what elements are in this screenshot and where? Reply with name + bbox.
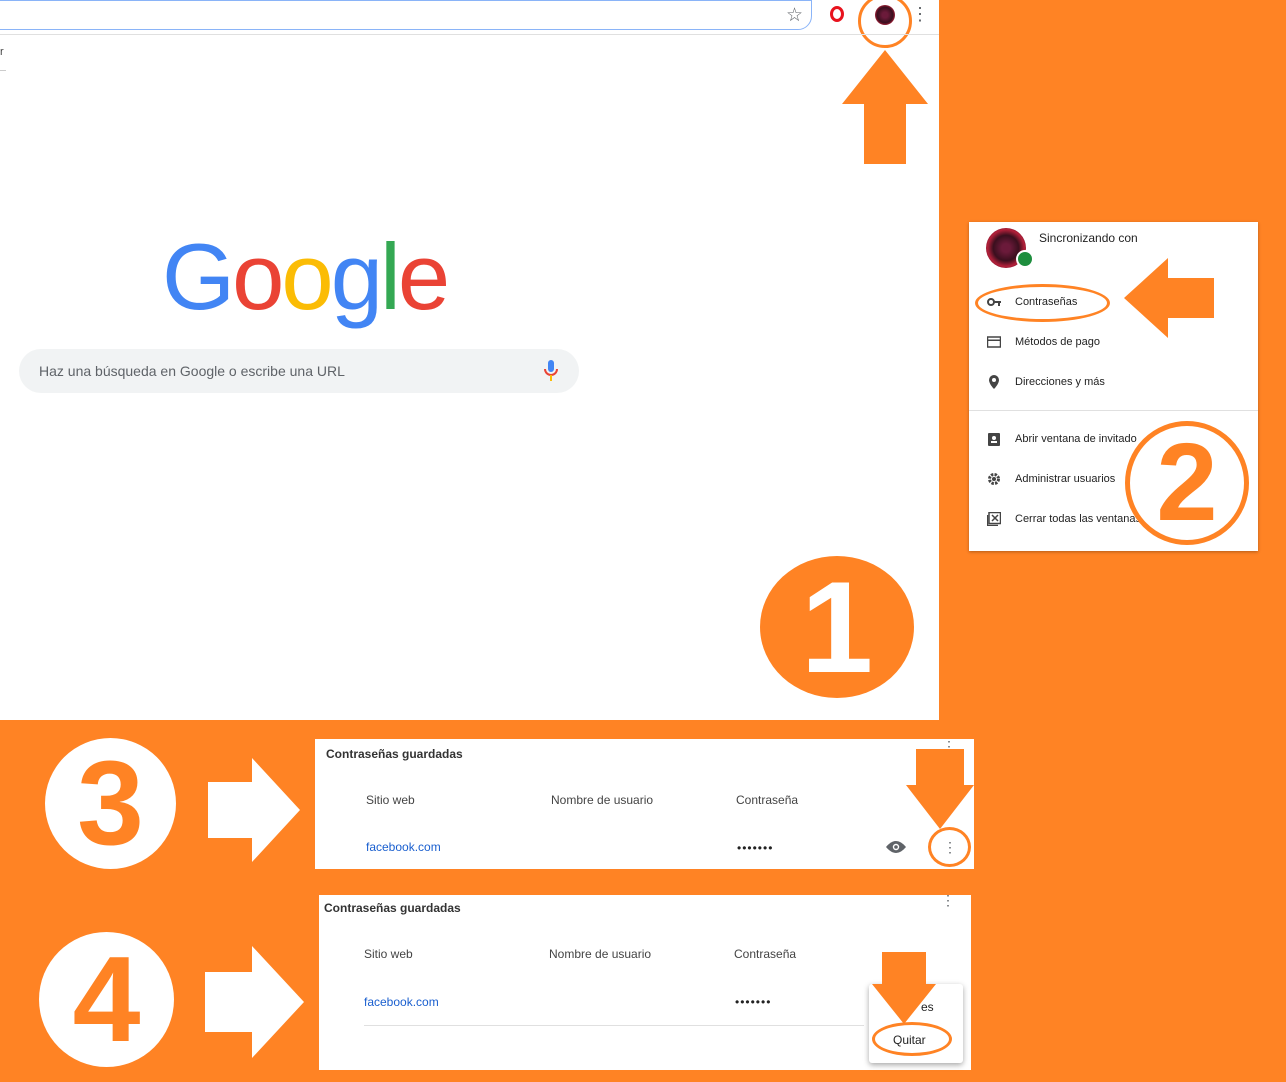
google-logo-letter: o xyxy=(232,224,284,329)
section-title: Contraseñas guardadas xyxy=(326,747,463,761)
masked-password: ••••••• xyxy=(737,841,774,855)
site-link[interactable]: facebook.com xyxy=(364,995,439,1009)
microphone-icon[interactable] xyxy=(543,360,559,382)
row-divider xyxy=(364,1025,864,1026)
credit-card-icon xyxy=(987,336,1001,348)
opera-extension-icon[interactable] xyxy=(830,6,844,22)
profile-menu: Sincronizando con Contraseñas Métodos de… xyxy=(969,222,1258,551)
menu-item-payment-methods[interactable]: Métodos de pago xyxy=(969,323,1258,363)
down-arrow-annotation xyxy=(906,749,974,829)
google-logo: Google xyxy=(162,222,450,332)
toolbar-divider xyxy=(0,34,939,35)
column-header-username: Nombre de usuario xyxy=(551,793,654,807)
google-logo-letter: g xyxy=(330,224,383,329)
google-logo-letter: l xyxy=(379,224,401,329)
browser-menu-icon[interactable]: ⋮ xyxy=(911,3,929,25)
close-window-icon xyxy=(987,512,1001,526)
location-pin-icon xyxy=(989,375,999,389)
bookmark-star-icon[interactable]: ☆ xyxy=(786,4,803,27)
divider xyxy=(0,70,6,71)
step-number-4: 4 xyxy=(39,932,174,1067)
highlight-ring-row-menu xyxy=(928,827,971,867)
highlight-ring-avatar xyxy=(858,0,912,48)
menu-item-label: Cerrar todas las ventanas xyxy=(1015,513,1141,525)
right-arrow-annotation xyxy=(208,758,300,862)
menu-item-label: Abrir ventana de invitado xyxy=(1015,433,1137,445)
down-arrow-annotation xyxy=(872,952,936,1024)
column-header-site: Sitio web xyxy=(364,947,413,961)
column-header-password: Contraseña xyxy=(736,793,799,807)
sync-status-text: Sincronizando con xyxy=(1039,231,1138,245)
highlight-ring-remove xyxy=(872,1022,952,1056)
menu-item-label: Direcciones y más xyxy=(1015,376,1105,388)
menu-divider xyxy=(969,410,1258,411)
show-password-eye-icon[interactable] xyxy=(886,840,906,854)
saved-passwords-panel: Contraseñas guardadas ⋮ Sitio web Nombre… xyxy=(315,739,974,869)
site-link[interactable]: facebook.com xyxy=(366,840,441,854)
step-number-2: 2 xyxy=(1125,421,1249,545)
left-arrow-annotation xyxy=(1124,258,1214,338)
section-menu-icon[interactable]: ⋮ xyxy=(941,893,955,907)
menu-item-label: Métodos de pago xyxy=(1015,336,1101,348)
highlight-ring-passwords xyxy=(975,284,1110,322)
column-header-site: Sitio web xyxy=(366,793,415,807)
bookmark-bar-fragment: r xyxy=(0,46,4,58)
column-header-username: Nombre de usuario xyxy=(549,947,652,961)
section-title: Contraseñas guardadas xyxy=(324,901,461,915)
google-logo-letter: e xyxy=(397,224,450,329)
guest-badge-icon xyxy=(988,433,1000,446)
up-arrow-annotation xyxy=(842,50,928,164)
search-placeholder: Haz una búsqueda en Google o escribe una… xyxy=(39,363,345,379)
step-number-3: 3 xyxy=(45,738,176,869)
browser-window: ☆ ⋮ r Google Haz una búsqueda en Google … xyxy=(0,0,939,720)
address-bar[interactable] xyxy=(0,0,812,30)
step-number-1: 1 xyxy=(760,556,914,698)
search-input[interactable]: Haz una búsqueda en Google o escribe una… xyxy=(19,349,579,393)
sync-badge-icon xyxy=(1016,250,1034,268)
gear-icon xyxy=(988,473,1000,485)
menu-item-addresses[interactable]: Direcciones y más xyxy=(969,363,1258,403)
right-arrow-annotation xyxy=(205,946,304,1058)
masked-password: ••••••• xyxy=(735,995,772,1009)
column-header-password: Contraseña xyxy=(734,947,797,961)
google-logo-letter: G xyxy=(162,224,235,329)
menu-item-label: Administrar usuarios xyxy=(1015,473,1116,485)
google-logo-letter: o xyxy=(281,224,333,329)
